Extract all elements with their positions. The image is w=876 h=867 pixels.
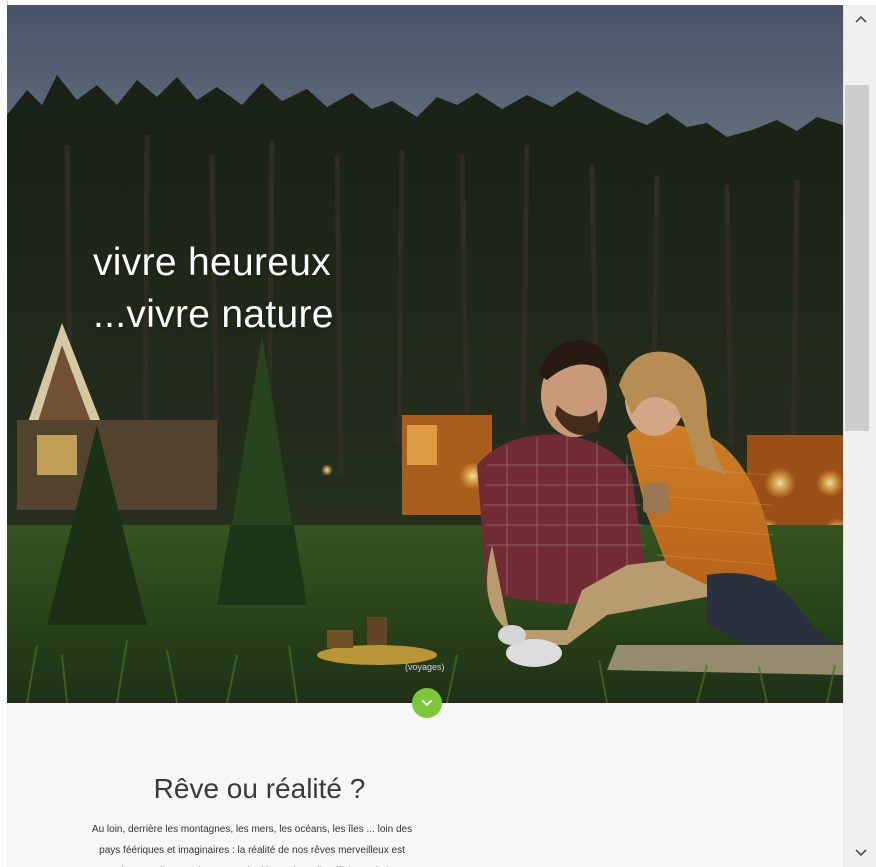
page-viewport: vivre heureux ...vivre nature (voyages) … (7, 5, 843, 867)
scroll-down-button[interactable] (412, 688, 442, 718)
hero-title-line-1: vivre heureux (93, 241, 332, 284)
hero-caption: (voyages) (405, 662, 445, 672)
scrollbar-thumb[interactable] (845, 85, 869, 431)
hero-title: vivre heureux ...vivre nature (93, 237, 334, 341)
scroll-up-button[interactable] (844, 5, 876, 33)
intro-text: Au loin, derrière les montagnes, les mer… (91, 824, 413, 867)
browser-window: vivre heureux ...vivre nature (voyages) … (0, 0, 876, 867)
intro-section: Rêve ou réalité ? Au loin, derrière les … (7, 703, 843, 867)
scroll-down-arrow-button[interactable] (844, 839, 876, 867)
hero-photo (7, 5, 843, 703)
vertical-scrollbar[interactable] (843, 5, 876, 867)
caret-up-icon (854, 15, 867, 23)
intro-title: Rêve ou réalité ? (153, 773, 366, 804)
hero-banner: vivre heureux ...vivre nature (voyages) (7, 5, 843, 703)
caret-down-icon (854, 849, 867, 857)
hero-title-line-2: ...vivre nature (93, 293, 334, 336)
chevron-down-icon (422, 700, 432, 706)
